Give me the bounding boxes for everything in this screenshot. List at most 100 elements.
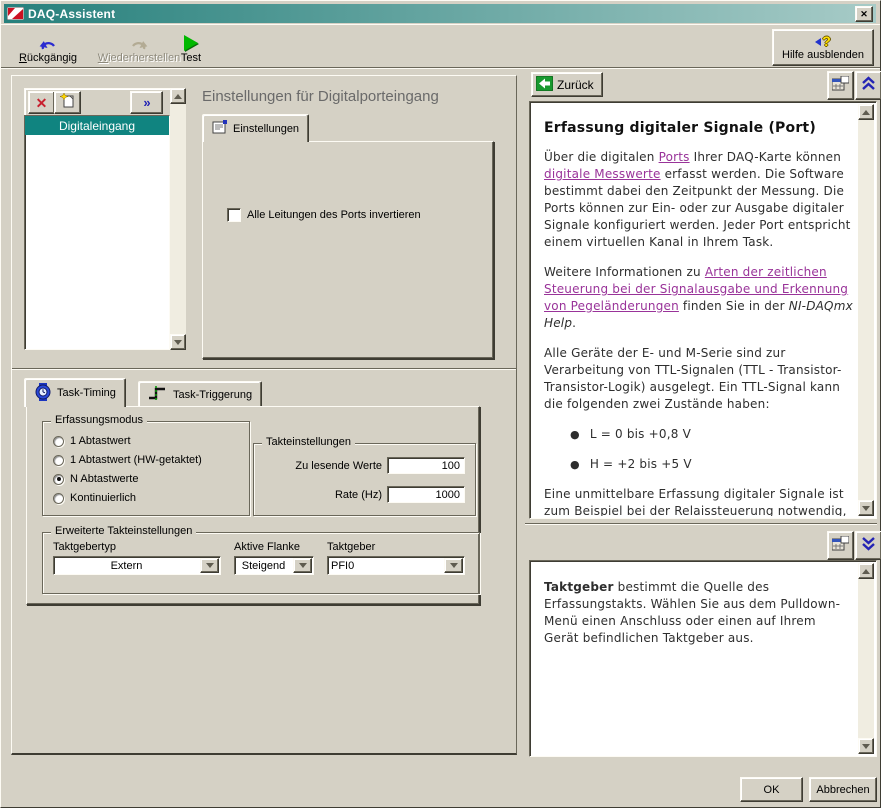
aktive-flanke-label: Aktive Flanke <box>234 541 301 553</box>
scroll-down-icon[interactable] <box>858 500 874 516</box>
radio-n-abtastwerte[interactable]: N Abtastwerte <box>53 473 138 485</box>
test-button[interactable]: Test <box>167 28 215 64</box>
group-legend: Erfassungsmodus <box>51 414 148 426</box>
hide-help-button[interactable]: ? Hilfe ausblenden <box>772 29 874 66</box>
radio-icon[interactable] <box>53 492 64 504</box>
radio-1-abtastwert-hw[interactable]: 1 Abtastwert (HW-getaktet) <box>53 454 202 466</box>
app-icon <box>6 6 25 21</box>
list-item-digitaleingang[interactable]: Digitaleingang <box>25 116 169 135</box>
tab-label: Task-Triggerung <box>173 388 253 401</box>
page-title: Einstellungen für Digitalporteingang <box>202 88 439 105</box>
dropdown-arrow-icon[interactable] <box>293 558 312 573</box>
tab-einstellungen[interactable]: Einstellungen <box>202 114 310 142</box>
expand-detail-button[interactable] <box>855 531 881 560</box>
tab-task-timing[interactable]: Task-Timing <box>24 378 126 407</box>
dock-window-icon <box>831 75 850 96</box>
double-chevron-up-icon <box>861 75 876 96</box>
title-bar: DAQ-Assistent ✕ <box>4 4 876 23</box>
tab-task-triggerung[interactable]: Task-Triggerung <box>138 381 263 407</box>
delete-icon: ✕ <box>35 94 48 111</box>
help-paragraph: Eine unmittelbare Erfassung digitaler Si… <box>544 486 854 516</box>
taktgeber-dropdown[interactable]: PFI0 <box>327 556 465 575</box>
radio-kontinuierlich[interactable]: Kontinuierlich <box>53 492 136 504</box>
scroll-down-icon[interactable] <box>170 334 186 350</box>
dropdown-arrow-icon[interactable] <box>444 558 463 573</box>
text-run: Weitere Informationen zu <box>544 265 705 279</box>
test-label: Test <box>180 52 202 64</box>
group-legend: Takteinstellungen <box>262 436 356 448</box>
radio-icon[interactable] <box>53 473 64 485</box>
help-title: Erfassung digitaler Signale (Port) <box>544 120 854 137</box>
collapse-help-button[interactable] <box>855 71 881 100</box>
close-button[interactable]: ✕ <box>855 6 873 22</box>
text-run: Eine unmittelbare Erfassung digitaler Si… <box>544 487 847 516</box>
help-bullet-item: ● L = 0 bis +0,8 V <box>570 426 854 443</box>
scroll-up-icon[interactable] <box>858 104 874 120</box>
expand-channel-list-button[interactable]: » <box>130 91 163 114</box>
back-arrow-icon <box>535 75 554 94</box>
redo-icon <box>128 35 150 51</box>
invert-lines-checkbox[interactable] <box>227 208 241 222</box>
ok-button[interactable]: OK <box>740 777 803 802</box>
erweiterte-takteinstellungen-group: Erweiterte Takteinstellungen Taktgeberty… <box>42 525 480 594</box>
radio-1-abtastwert[interactable]: 1 Abtastwert <box>53 435 131 447</box>
radio-icon[interactable] <box>53 435 64 447</box>
aktive-flanke-dropdown[interactable]: Steigend <box>234 556 314 575</box>
scroll-up-icon[interactable] <box>858 563 874 579</box>
text-run: L = 0 bis +0,8 V <box>589 427 692 441</box>
help-bullet-item: ● H = +2 bis +5 V <box>570 456 854 473</box>
properties-icon <box>212 120 228 137</box>
text-run: H = +2 bis +5 V <box>589 457 692 471</box>
back-label: Zurück <box>557 77 594 92</box>
rate-label: Rate (Hz) <box>334 488 382 501</box>
scroll-down-icon[interactable] <box>858 738 874 754</box>
taktgebertyp-dropdown[interactable]: Extern <box>53 556 221 575</box>
values-to-read-input[interactable] <box>387 457 465 474</box>
main-toolbar: Rückgängig Wiederherstellen Test ? Hilfe… <box>1 24 880 69</box>
delete-channel-button[interactable]: ✕ <box>28 91 55 114</box>
help-content: Erfassung digitaler Signale (Port) Über d… <box>532 104 858 516</box>
clock-icon <box>34 382 52 404</box>
help-bubble-icon: ? <box>815 34 831 49</box>
takteinstellungen-group: Takteinstellungen Zu lesende Werte Rate … <box>253 436 476 516</box>
group-legend: Erweiterte Takteinstellungen <box>51 525 197 537</box>
context-help-scrollbar[interactable] <box>858 563 874 754</box>
tab-label: Einstellungen <box>233 122 300 135</box>
aktive-flanke-field: Aktive Flanke Steigend <box>234 541 314 575</box>
new-page-icon <box>59 91 75 113</box>
context-help-panel: Taktgeber bestimmt die Quelle des Erfass… <box>529 560 877 757</box>
undo-button[interactable]: Rückgängig <box>9 28 87 64</box>
erfassungsmodus-group: Erfassungsmodus 1 Abtastwert 1 Abtastwer… <box>42 414 250 516</box>
channel-list: Digitaleingang <box>24 115 170 350</box>
undo-icon <box>37 35 59 51</box>
taktgeber-field: Taktgeber PFI0 <box>327 541 465 575</box>
dock-detail-button[interactable] <box>827 531 854 560</box>
horizontal-divider <box>12 368 516 370</box>
channel-toolbar: ✕ » <box>24 88 172 117</box>
help-paragraph: Weitere Informationen zu Arten der zeitl… <box>544 264 854 332</box>
help-divider <box>525 523 877 525</box>
cancel-button[interactable]: Abbrechen <box>809 777 877 802</box>
add-channel-button[interactable] <box>54 91 81 114</box>
help-scrollbar[interactable] <box>858 104 874 516</box>
text-run: Erfassung digitaler Signale (Port) <box>544 120 816 136</box>
rate-input[interactable] <box>387 486 465 503</box>
invert-lines-option[interactable]: Alle Leitungen des Ports invertieren <box>227 208 421 222</box>
daq-assistant-window: DAQ-Assistent ✕ Rückgängig Wiederherstel… <box>0 0 881 808</box>
help-link[interactable]: digitale Messwerte <box>544 167 661 181</box>
text-run: Ihrer DAQ-Karte können <box>689 150 842 164</box>
configuration-panel: ✕ » Digitaleingang Einstellungen für Dig… <box>11 75 517 755</box>
channel-list-scrollbar[interactable] <box>170 88 186 350</box>
radio-icon[interactable] <box>53 454 64 466</box>
run-test-icon <box>184 35 198 51</box>
help-link[interactable]: Ports <box>659 150 690 164</box>
dock-help-button[interactable] <box>827 71 854 100</box>
taktgebertyp-field: Taktgebertyp Extern <box>53 541 221 575</box>
scroll-up-icon[interactable] <box>170 88 186 104</box>
values-to-read-label: Zu lesende Werte <box>295 459 382 472</box>
back-button[interactable]: Zurück <box>531 72 603 97</box>
dock-window-icon <box>831 535 850 556</box>
dropdown-arrow-icon[interactable] <box>200 558 219 573</box>
text-run: Taktgeber <box>544 580 614 594</box>
help-panel: Erfassung digitaler Signale (Port) Über d… <box>529 101 877 519</box>
